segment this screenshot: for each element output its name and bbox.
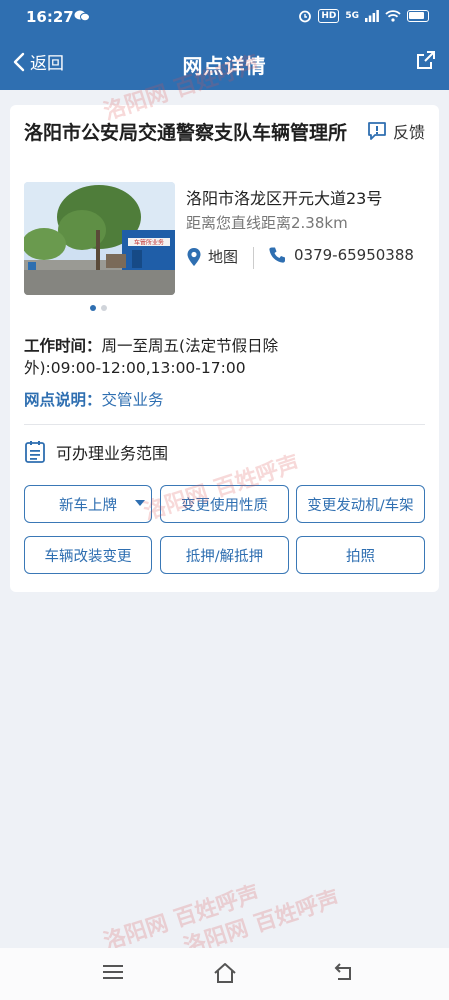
service-label: 拍照 [346,548,375,565]
scope-header: 可办理业务范围 [24,440,168,464]
phone-icon [269,247,285,263]
service-new-plate-button[interactable]: 新车上牌 [24,485,152,523]
home-nav-button[interactable] [213,962,237,988]
feedback-label: 反馈 [392,123,425,142]
service-photo-button[interactable]: 拍照 [296,536,425,574]
desc-value: 交管业务 [101,391,164,409]
chat-notification-icon [74,9,90,27]
feedback-button[interactable]: 反馈 [367,119,425,143]
service-label: 车辆改装变更 [44,548,132,565]
service-label: 变更发动机/车架 [307,497,414,514]
map-label: 地图 [208,248,239,266]
back-nav-button[interactable] [332,962,354,988]
status-icons: HD 5G [298,9,429,23]
nav-bar: 返回 网点详情 [0,40,449,86]
section-divider [24,424,425,425]
service-label: 抵押/解抵押 [185,548,264,565]
feedback-icon [368,122,386,140]
service-modification-button[interactable]: 车辆改装变更 [24,536,152,574]
menu-icon [103,965,123,979]
photo-pager[interactable] [90,305,107,311]
hd-icon: HD [318,9,340,23]
network-type: 5G [345,11,359,21]
status-bar: 16:27 HD 5G [0,0,449,34]
pager-dot-2[interactable] [101,305,107,311]
watermark: 洛阳网百姓呼声 [100,880,263,956]
working-hours: 工作时间：周一至周五(法定节假日除外):09:00-12:00,13:00-17… [24,335,324,379]
return-icon [334,963,351,980]
station-description: 网点说明：交管业务 [24,388,164,410]
station-address: 洛阳市洛龙区开元大道23号 [186,189,383,208]
action-divider [253,247,254,269]
share-icon [417,51,435,69]
status-time: 16:27 [26,8,74,26]
station-photo[interactable]: 车管所业务 [24,182,175,295]
station-distance: 距离您直线距离2.38km [186,214,348,232]
signal-icon [365,10,379,22]
alarm-icon [299,10,312,23]
system-navigation-bar [0,948,449,1000]
service-mortgage-button[interactable]: 抵押/解抵押 [160,536,289,574]
home-icon [214,963,236,983]
phone-button[interactable]: 0379-65950388 [268,246,414,264]
share-button[interactable] [415,49,437,75]
station-name: 洛阳市公安局交通警察支队车辆管理所 [24,122,348,144]
battery-icon [407,10,429,22]
pager-dot-1[interactable] [90,305,96,311]
station-card: 洛阳市公安局交通警察支队车辆管理所 反馈 车管所业务 洛阳市洛龙区开元大道23号… [10,105,439,592]
service-change-usage-button[interactable]: 变更使用性质 [160,485,289,523]
menu-nav-button[interactable] [102,962,124,986]
page-title: 网点详情 [182,54,267,78]
map-pin-icon [187,247,201,266]
phone-number: 0379-65950388 [294,246,414,264]
desc-label: 网点说明： [24,391,102,409]
service-label: 新车上牌 [59,497,117,514]
app-header: 16:27 HD 5G 返回 网点详情 [0,0,449,90]
scope-title: 可办理业务范围 [56,444,169,463]
service-label: 变更使用性质 [181,497,268,514]
photo-sign: 车管所业务 [134,239,164,247]
service-change-engine-button[interactable]: 变更发动机/车架 [296,485,425,523]
wifi-icon [385,10,401,22]
hours-label: 工作时间： [24,337,102,355]
map-button[interactable]: 地图 [186,246,238,267]
dropdown-caret-icon [135,500,145,506]
list-document-icon [25,441,45,463]
